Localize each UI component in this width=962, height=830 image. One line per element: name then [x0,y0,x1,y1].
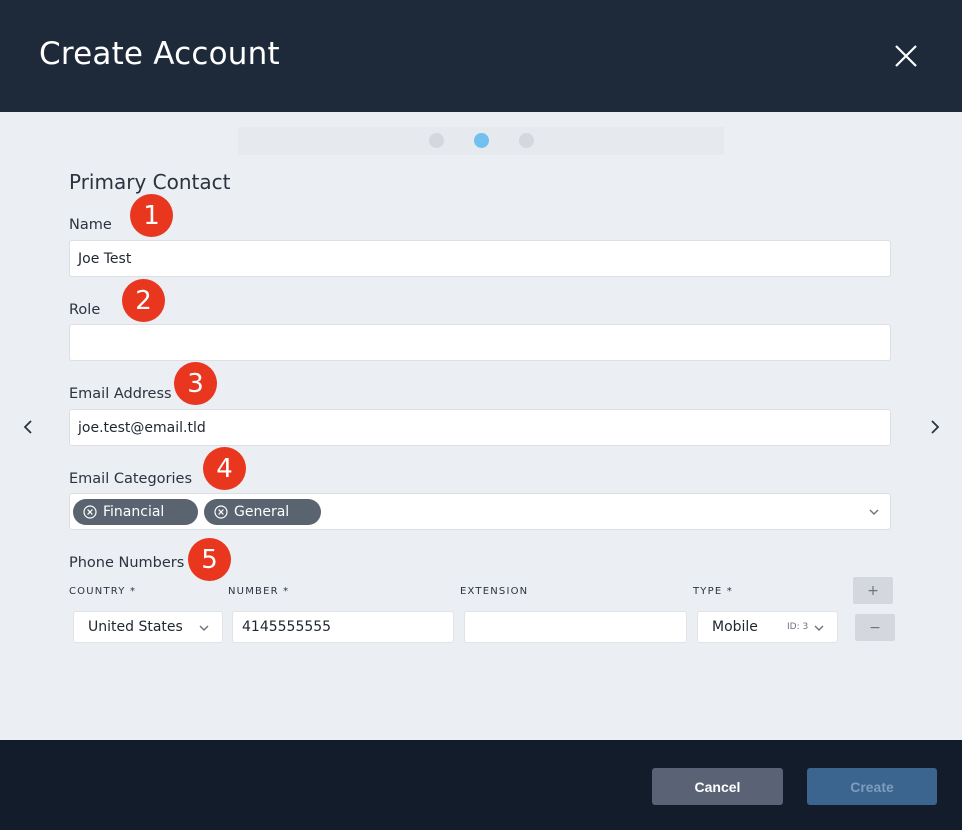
step-dot-1[interactable] [429,133,444,148]
column-header-extension: EXTENSION [460,586,529,597]
close-icon[interactable] [890,40,922,72]
create-button[interactable]: Create [807,768,937,805]
name-label: Name [69,217,112,233]
chevron-left-icon[interactable] [21,418,37,436]
name-input[interactable]: Joe Test [69,240,891,277]
section-title: Primary Contact [69,170,231,194]
email-categories-label: Email Categories [69,471,192,487]
step-dot-3[interactable] [519,133,534,148]
column-header-type: TYPE * [693,586,733,597]
role-label: Role [69,302,101,318]
email-input[interactable]: joe.test@email.tld [69,409,891,446]
annotation-badge-5: 5 [188,538,231,581]
chevron-right-icon[interactable] [927,418,943,436]
chevron-down-icon[interactable] [868,507,880,517]
annotation-badge-2: 2 [122,279,165,322]
email-label: Email Address [69,386,172,402]
extension-input[interactable] [464,611,687,643]
phone-type-id: ID: 3 [787,622,809,632]
add-phone-button[interactable]: + [853,577,893,604]
remove-chip-icon[interactable] [214,505,228,519]
annotation-badge-1: 1 [130,194,173,237]
phone-number-input[interactable]: 4145555555 [232,611,454,643]
column-header-number: NUMBER * [228,586,290,597]
country-select[interactable]: United States [73,611,223,643]
chevron-down-icon [814,625,824,631]
remove-phone-button[interactable]: − [855,614,895,641]
category-chip-general: General [204,499,321,525]
role-input[interactable] [69,324,891,361]
phone-numbers-label: Phone Numbers [69,555,185,571]
dialog-header: Create Account [0,0,962,112]
annotation-badge-3: 3 [174,362,217,405]
country-value: United States [88,619,183,635]
chevron-down-icon [199,625,209,631]
phone-type-select[interactable]: Mobile ID: 3 [697,611,838,643]
column-header-country: COUNTRY * [69,586,137,597]
cancel-button[interactable]: Cancel [652,768,783,805]
chip-label: General [234,504,290,520]
step-dot-2-active[interactable] [474,133,489,148]
phone-type-value: Mobile [712,619,758,635]
remove-chip-icon[interactable] [83,505,97,519]
phone-number-value: 4145555555 [242,619,332,635]
category-chip-financial: Financial [73,499,198,525]
chip-label: Financial [103,504,165,520]
dialog-title: Create Account [39,36,280,72]
annotation-badge-4: 4 [203,447,246,490]
